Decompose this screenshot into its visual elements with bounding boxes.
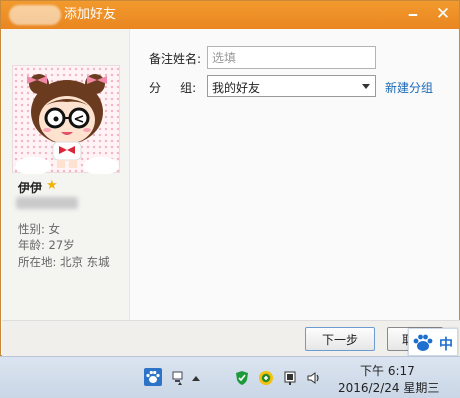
gender-text: 性别: 女 xyxy=(18,222,61,236)
location-text: 所在地: 北京 东城 xyxy=(18,255,110,269)
nickname: 伊伊 xyxy=(18,181,43,195)
add-friend-window: 添加好友 🗕 ✕ 伊伊 ★ 性别: 女 年龄: 27岁 所在地: 北京 东城 备… xyxy=(0,0,460,356)
taskbar: 下午 6:17 2016/2/24 星期三 xyxy=(0,356,460,398)
dialog-footer: 下一步 取 xyxy=(2,320,460,356)
next-step-button[interactable]: 下一步 xyxy=(305,327,375,351)
profile-panel: 伊伊 ★ 性别: 女 年龄: 27岁 所在地: 北京 东城 xyxy=(2,29,130,320)
group-select[interactable]: 我的好友 xyxy=(207,75,376,97)
ime-mode-label: 中 xyxy=(439,337,453,353)
blurred-account-id xyxy=(16,197,78,209)
remark-label: 备注姓名: xyxy=(149,52,202,66)
baidu-ime-tray-icon[interactable] xyxy=(144,368,162,386)
age-text: 年龄: 27岁 xyxy=(18,238,75,252)
dropdown-caret-icon xyxy=(362,84,370,89)
arrow-up-icon[interactable] xyxy=(188,371,204,387)
cartoon-girl-avatar-icon xyxy=(15,74,119,175)
qq-logo-icon xyxy=(9,5,61,25)
shield-icon[interactable] xyxy=(234,370,250,386)
minimize-button[interactable]: 🗕 xyxy=(402,4,424,24)
group-selected-value: 我的好友 xyxy=(212,81,261,95)
qq-icon[interactable] xyxy=(258,370,274,386)
network-icon[interactable] xyxy=(170,370,186,386)
group-label: 分 组: xyxy=(149,81,197,95)
avatar[interactable] xyxy=(12,65,120,175)
action-center-flag-icon[interactable] xyxy=(283,370,299,386)
remark-name-input[interactable] xyxy=(207,46,376,69)
close-button[interactable]: ✕ xyxy=(432,4,454,24)
title-bar[interactable]: 添加好友 🗕 ✕ xyxy=(1,1,459,29)
clock-time[interactable]: 下午 6:17 xyxy=(360,362,415,379)
clock-date[interactable]: 2016/2/24 星期三 xyxy=(338,379,439,396)
volume-icon[interactable] xyxy=(306,370,322,386)
paw-icon xyxy=(146,370,160,383)
paw-icon xyxy=(413,334,433,351)
window-title: 添加好友 xyxy=(64,7,117,22)
new-group-link[interactable]: 新建分组 xyxy=(385,79,433,96)
star-icon: ★ xyxy=(46,178,58,193)
ime-indicator[interactable]: 中 xyxy=(408,328,458,356)
